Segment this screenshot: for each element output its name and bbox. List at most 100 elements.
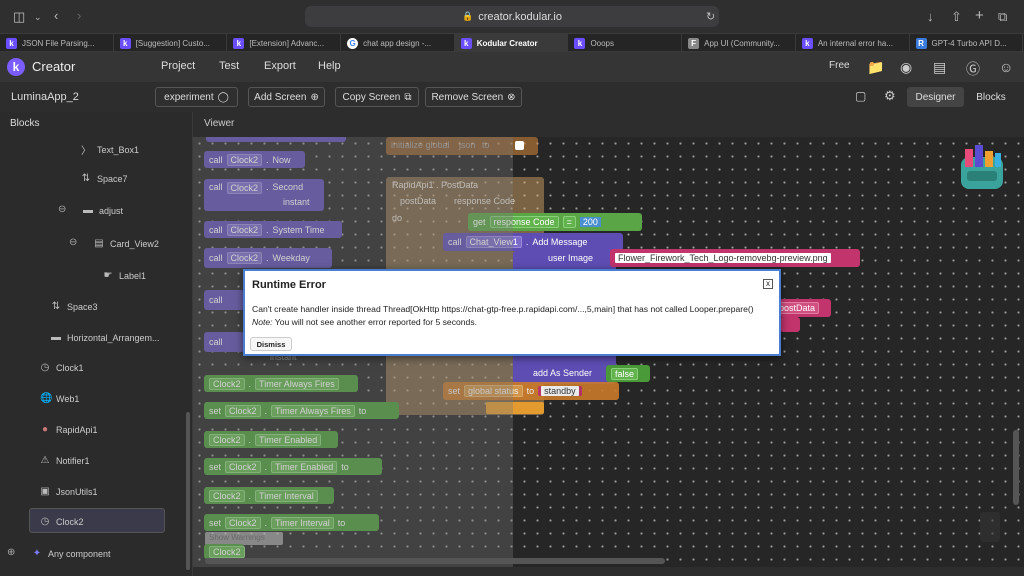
sidebar-item-adjust[interactable]: ▬ adjust bbox=[83, 205, 123, 216]
tab[interactable]: k [Extension] Advanc... bbox=[227, 34, 342, 52]
sidebar-item-horizontal-arrangement[interactable]: ▬ Horizontal_Arrangem... bbox=[51, 332, 160, 343]
sidebar-item-rapidapi1[interactable]: ● RapidApi1 bbox=[40, 424, 98, 435]
plan-badge[interactable]: Free bbox=[829, 60, 850, 71]
forward-icon[interactable]: › bbox=[77, 6, 81, 26]
false-block[interactable]: false bbox=[606, 365, 650, 382]
sidebar-item-label: Horizontal_Arrangem... bbox=[67, 332, 160, 343]
blocks-button[interactable]: Blocks bbox=[968, 87, 1014, 107]
sidebar-item-any-component[interactable]: ✦ Any component bbox=[32, 548, 111, 559]
sparkle-icon: ✦ bbox=[32, 548, 42, 559]
account-icon[interactable]: ☺ bbox=[999, 59, 1013, 75]
sidebar-item-text-box1[interactable]: 〉 Text_Box1 bbox=[81, 142, 139, 158]
tab[interactable]: k JSON File Parsing... bbox=[0, 34, 114, 52]
screen-select[interactable]: experiment ◯ bbox=[155, 87, 238, 107]
backpack-icon[interactable] bbox=[955, 143, 1009, 193]
dismiss-button[interactable]: Dismiss bbox=[250, 337, 292, 351]
sidebar-item-label: adjust bbox=[99, 205, 124, 216]
bell-icon: ⚠ bbox=[40, 455, 50, 466]
tab[interactable]: F App UI (Community... bbox=[682, 34, 796, 52]
collapse-icon[interactable]: ⊖ bbox=[69, 237, 77, 248]
zoom-controls[interactable] bbox=[980, 512, 1000, 542]
menu-help[interactable]: Help bbox=[318, 60, 341, 72]
tab[interactable]: k Ooops bbox=[568, 34, 683, 52]
clock-icon: ◷ bbox=[40, 362, 50, 373]
collapse-icon[interactable]: ⊖ bbox=[58, 204, 66, 215]
close-icon[interactable]: x bbox=[763, 279, 773, 289]
sidebar-item-label: Notifier1 bbox=[56, 455, 90, 466]
tab-overview-icon[interactable]: ⧉ bbox=[998, 7, 1007, 27]
sidebar-item-card-view2[interactable]: ▤ Card_View2 bbox=[94, 238, 159, 249]
arrangement-icon: ▬ bbox=[51, 332, 61, 343]
lock-icon: 🔒 bbox=[462, 11, 474, 21]
address-bar[interactable]: 🔒 creator.kodular.io bbox=[305, 6, 719, 27]
reload-icon[interactable]: ↻ bbox=[706, 7, 715, 27]
vertical-scrollbar[interactable] bbox=[1013, 430, 1019, 505]
preview-icon[interactable]: ▢ bbox=[855, 89, 866, 103]
text-block-small[interactable] bbox=[780, 317, 800, 332]
number-block[interactable]: 200 bbox=[579, 217, 601, 227]
menu-test[interactable]: Test bbox=[219, 60, 239, 72]
text-block-image[interactable]: Flower_Firework_Tech_Logo-removebg-previ… bbox=[610, 249, 860, 267]
tab-active[interactable]: k Kodular Creator bbox=[454, 34, 569, 52]
expand-icon[interactable]: ⊕ bbox=[7, 547, 15, 558]
add-screen-label: Add Screen bbox=[254, 91, 307, 103]
sidebar-item-jsonutils1[interactable]: ▣ JsonUtils1 bbox=[40, 486, 98, 497]
add-screen-button[interactable]: Add Screen ⊕ bbox=[248, 87, 325, 107]
url-text: creator.kodular.io bbox=[478, 10, 562, 23]
tab-label: [Suggestion] Custo... bbox=[135, 38, 210, 48]
block-empty-dict[interactable] bbox=[515, 141, 524, 150]
settings-gear-icon[interactable]: ⚙ bbox=[884, 88, 896, 104]
sidebar-item-space3[interactable]: ⇅ Space3 bbox=[51, 301, 98, 312]
tab[interactable]: Gchat app design -... bbox=[341, 34, 455, 52]
kodular-icon: k bbox=[574, 37, 586, 49]
sidebar-item-label: Web1 bbox=[56, 393, 80, 404]
menu-export[interactable]: Export bbox=[264, 60, 296, 72]
new-tab-icon[interactable]: + bbox=[975, 6, 984, 26]
block-text: false bbox=[611, 367, 639, 380]
tab-label: chat app design -... bbox=[363, 38, 432, 48]
book-icon[interactable]: ▤ bbox=[933, 59, 946, 76]
palette-icon[interactable]: ◉ bbox=[900, 59, 912, 76]
clock-icon: ◷ bbox=[40, 516, 50, 527]
sidebar-item-label: JsonUtils1 bbox=[56, 486, 98, 497]
tab-label: [Extension] Advanc... bbox=[249, 38, 325, 48]
space-icon: ⇅ bbox=[81, 173, 91, 184]
sidebar-item-label: Card_View2 bbox=[110, 238, 159, 249]
viewer-title: Viewer bbox=[204, 118, 235, 129]
tab-label: JSON File Parsing... bbox=[22, 38, 95, 48]
kodular-logo-icon: k bbox=[7, 58, 25, 76]
remove-screen-button[interactable]: Remove Screen ⊗ bbox=[425, 87, 522, 107]
sidebar-item-label: Label1 bbox=[119, 270, 147, 281]
sidebar-item-space7[interactable]: ⇅ Space7 bbox=[81, 173, 128, 184]
sidebar-item-label1[interactable]: ☛ Label1 bbox=[103, 270, 147, 281]
copy-screen-label: Copy Screen bbox=[342, 91, 401, 103]
dollar-icon[interactable]: Ⓖ bbox=[966, 59, 980, 79]
space-icon: ⇅ bbox=[51, 301, 61, 312]
forum-icon: F bbox=[688, 37, 700, 49]
block-text: to bbox=[526, 386, 535, 396]
copy-screen-button[interactable]: Copy Screen ⧉ bbox=[335, 87, 419, 107]
sidebar-item-label: Clock1 bbox=[56, 362, 84, 373]
block-text: user Image bbox=[548, 253, 594, 263]
sidebar-item-clock1[interactable]: ◷ Clock1 bbox=[40, 362, 84, 373]
folder-icon[interactable]: 📁 bbox=[867, 59, 884, 76]
blocks-sidebar: Blocks 〉 Text_Box1 ⇅ Space7 ⊖ ▬ adjust ⊖ ▤ C… bbox=[0, 112, 193, 576]
sidebar-item-clock2[interactable]: ◷ Clock2 bbox=[40, 516, 84, 527]
tab[interactable]: k [Suggestion] Custo... bbox=[114, 34, 228, 52]
sidebar-item-notifier1[interactable]: ⚠ Notifier1 bbox=[40, 455, 90, 466]
tab-label: GPT-4 Turbo API D... bbox=[931, 38, 1007, 48]
block-text: postData bbox=[775, 302, 820, 314]
sidebar-toggle-icon[interactable]: ◫ bbox=[13, 7, 25, 27]
menu-project[interactable]: Project bbox=[161, 60, 195, 72]
share-icon[interactable]: ⇧ bbox=[951, 7, 962, 27]
horizontal-scrollbar[interactable] bbox=[205, 558, 665, 564]
tab[interactable]: k An internal error ha... bbox=[796, 34, 910, 52]
back-icon[interactable]: ‹ bbox=[54, 6, 58, 26]
label-icon: ☛ bbox=[103, 270, 113, 281]
tab[interactable]: R GPT-4 Turbo API D... bbox=[910, 34, 1024, 52]
sidebar-scrollbar[interactable] bbox=[186, 412, 190, 570]
chevron-down-icon[interactable]: ⌄ bbox=[34, 7, 42, 27]
sidebar-item-web1[interactable]: 🌐 Web1 bbox=[40, 393, 79, 404]
designer-button[interactable]: Designer bbox=[907, 87, 964, 107]
download-icon[interactable]: ↓ bbox=[927, 7, 934, 27]
